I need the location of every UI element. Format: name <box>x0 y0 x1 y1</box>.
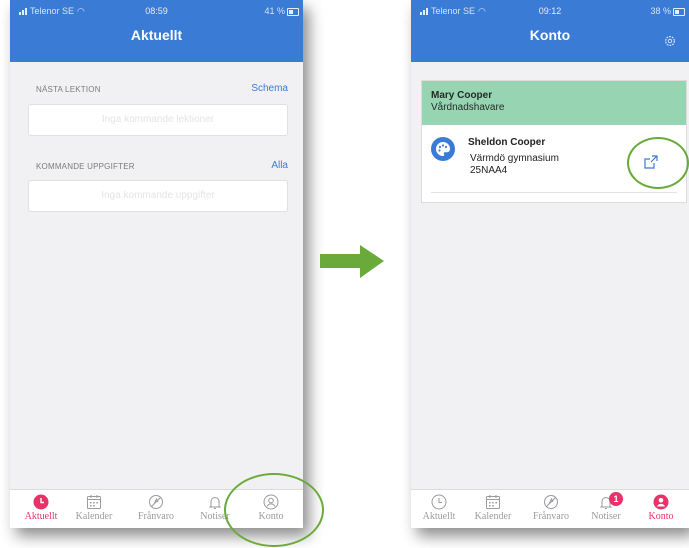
next-lesson-label: NÄSTA LEKTION <box>36 85 101 94</box>
status-bar: Telenor SE ◠ 09:12 38 % <box>411 6 689 20</box>
header: Telenor SE ◠ 09:12 38 % Konto <box>411 0 689 62</box>
palette-icon <box>431 137 455 161</box>
battery-percent: 41 % <box>264 6 285 16</box>
bell-icon <box>208 497 222 509</box>
page-title: Aktuellt <box>130 27 183 43</box>
highlight-konto-tab <box>224 473 324 547</box>
guardian-name: Mary Cooper <box>431 90 493 101</box>
tab-franvaro[interactable]: Frånvaro <box>128 494 184 522</box>
gear-icon[interactable] <box>663 34 677 48</box>
tab-aktuellt[interactable]: Aktuellt <box>411 494 467 522</box>
tab-kalender[interactable]: Kalender <box>66 494 122 522</box>
right-screen: Telenor SE ◠ 09:12 38 % Konto Mary Cooper… <box>411 0 689 528</box>
account-icon <box>653 494 669 510</box>
guardian-role: Vårdnadshavare <box>431 102 505 113</box>
tab-aktuellt[interactable]: Aktuellt <box>13 494 69 522</box>
notification-badge: 1 <box>609 492 623 506</box>
left-screen: Telenor SE ◠ 08:59 41 % Aktuellt NÄSTA LE… <box>10 0 303 528</box>
status-time: 08:59 <box>145 6 168 16</box>
page-title: Konto <box>529 27 571 43</box>
calendar-icon <box>87 495 101 509</box>
absence-icon <box>544 495 558 509</box>
absence-icon <box>149 495 163 509</box>
guardian-row[interactable]: Mary Cooper Vårdnadshavare <box>422 81 686 125</box>
student-class: 25NAA4 <box>470 165 508 176</box>
clock-icon <box>33 494 49 510</box>
status-time: 09:12 <box>538 6 562 16</box>
clock-icon <box>431 494 447 510</box>
upcoming-tasks-empty: Inga kommande uppgifter <box>28 180 288 212</box>
student-name[interactable]: Sheldon Cooper <box>468 137 545 148</box>
next-lesson-empty: Inga kommande lektioner <box>28 104 288 136</box>
tab-notiser[interactable]: Notiser 1 <box>578 492 634 522</box>
tab-franvaro[interactable]: Frånvaro <box>523 494 579 522</box>
tab-konto[interactable]: Konto <box>633 494 689 522</box>
arrow-right-icon <box>320 245 384 278</box>
tab-kalender[interactable]: Kalender <box>465 494 521 522</box>
status-bar: Telenor SE ◠ 08:59 41 % <box>10 6 303 20</box>
tab-bar: Aktuellt Kalender Frånvaro Notiser 1 Kon… <box>411 489 689 528</box>
battery-icon <box>287 8 299 16</box>
calendar-icon <box>486 495 500 509</box>
highlight-external-link <box>627 137 689 189</box>
divider <box>431 192 677 193</box>
battery-icon <box>673 8 685 16</box>
battery-percent: 38 % <box>650 6 671 16</box>
upcoming-tasks-label: KOMMANDE UPPGIFTER <box>36 162 135 171</box>
schedule-link[interactable]: Schema <box>251 83 288 94</box>
header: Telenor SE ◠ 08:59 41 % Aktuellt <box>10 0 303 62</box>
student-school: Värmdö gymnasium <box>470 153 559 164</box>
all-tasks-link[interactable]: Alla <box>271 160 288 171</box>
